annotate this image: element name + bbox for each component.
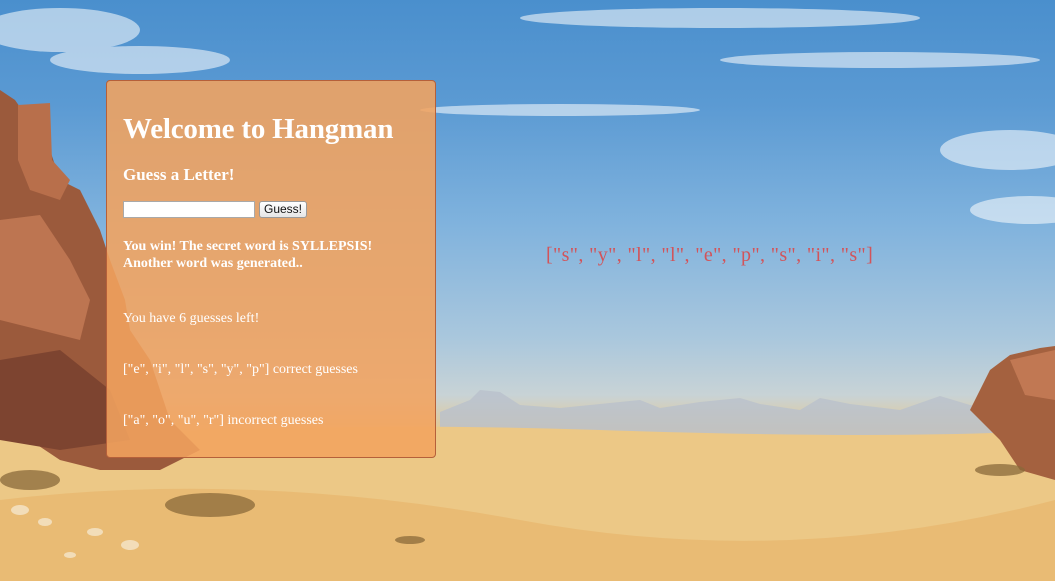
win-message: You win! The secret word is SYLLEPSIS! A… — [123, 238, 423, 272]
incorrect-guesses: ["a", "o", "u", "r"] incorrect guesses — [123, 413, 324, 428]
win-message-line1: You win! The secret word is SYLLEPSIS! — [123, 239, 373, 254]
letter-input[interactable] — [123, 201, 255, 218]
word-display: ["s", "y", "l", "l", "e", "p", "s", "i",… — [546, 244, 874, 266]
guesses-left: You have 6 guesses left! — [123, 311, 260, 326]
page-title: Welcome to Hangman — [123, 113, 394, 145]
win-message-line2: Another word was generated.. — [123, 256, 303, 271]
hangman-panel: Welcome to Hangman Guess a Letter! Guess… — [106, 80, 436, 458]
guess-prompt: Guess a Letter! — [123, 165, 235, 184]
correct-guesses: ["e", "i", "l", "s", "y", "p"] correct g… — [123, 362, 358, 377]
guess-button[interactable]: Guess! — [259, 201, 308, 218]
guess-form: Guess! — [123, 201, 308, 218]
